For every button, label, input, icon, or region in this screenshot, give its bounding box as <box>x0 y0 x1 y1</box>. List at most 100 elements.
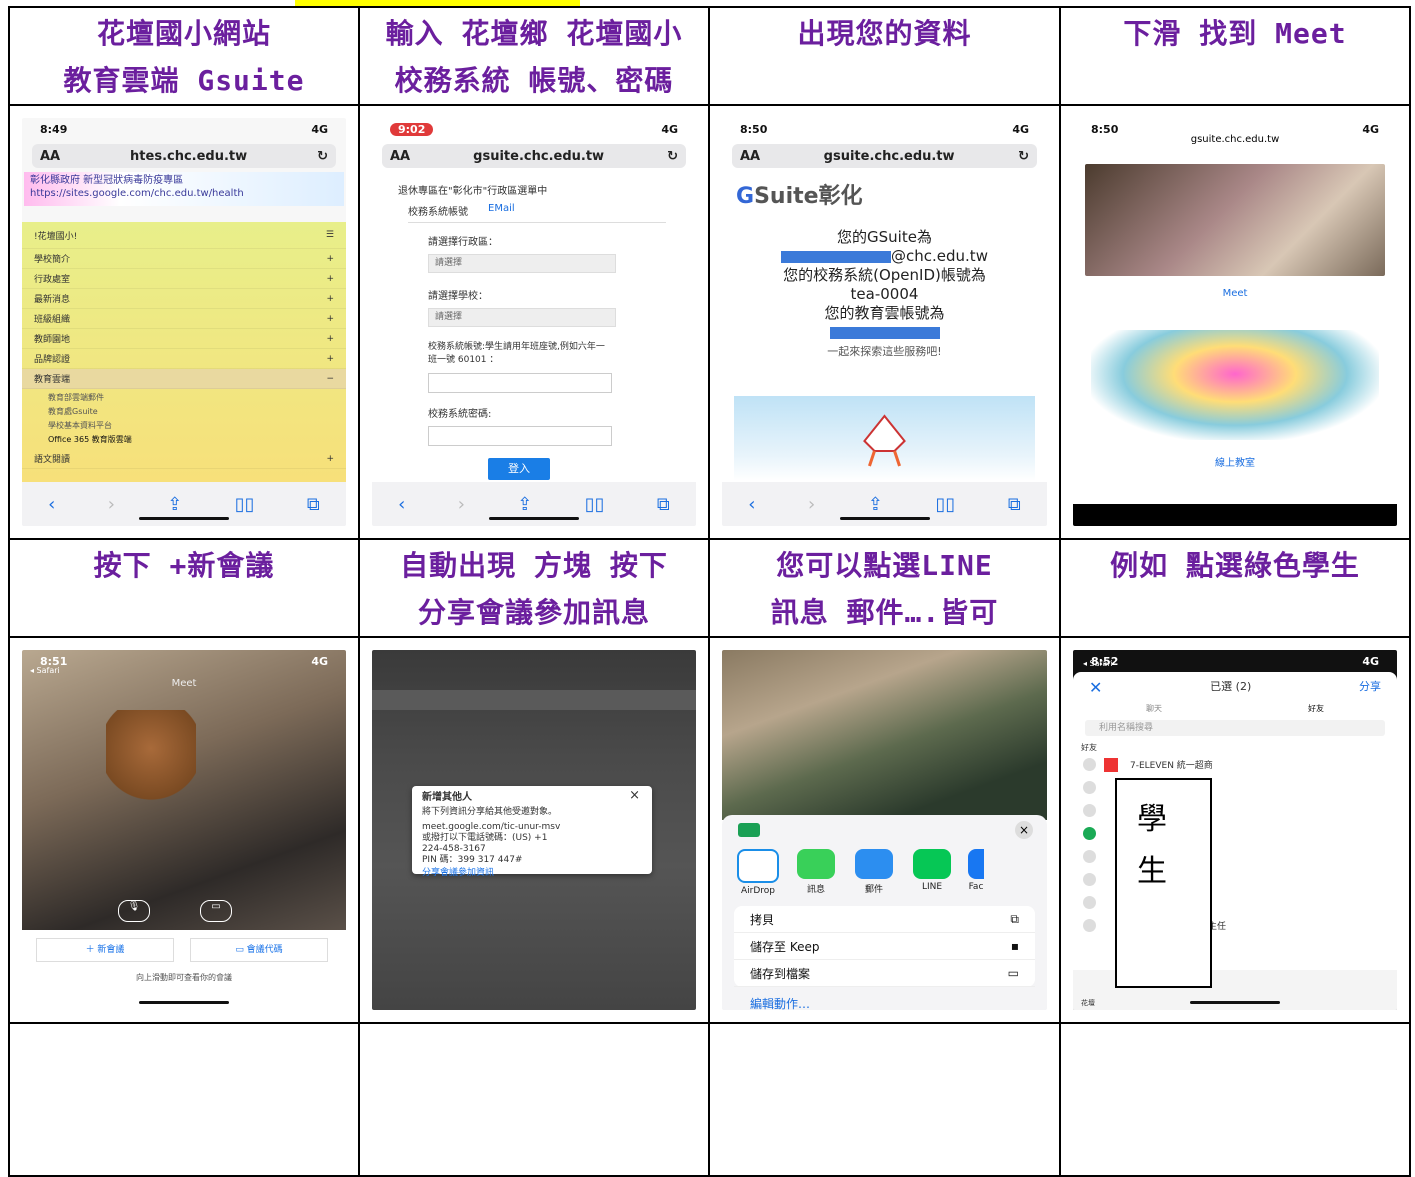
menu-item[interactable]: 最新消息 + <box>22 289 346 309</box>
info-line: @chc.edu.tw <box>722 247 1047 266</box>
back-icon[interactable]: ‹ <box>48 494 55 515</box>
url-field[interactable]: gsuite.chc.edu.tw <box>760 149 1018 164</box>
menu-item[interactable]: 學校簡介 + <box>22 249 346 269</box>
district-select[interactable]: 請選擇 <box>428 254 616 273</box>
share-icon[interactable]: ⇪ <box>517 494 532 515</box>
screenshot-cell: 8:52 4G ◂ Safari ✕ 已選 (2) 分享 聊天 好友 利用名稱搜尋 好友… <box>1059 636 1411 1024</box>
group-label: 好友 <box>1081 743 1097 752</box>
mail-option[interactable]: 郵件 <box>852 849 896 896</box>
health-banner[interactable]: 彰化縣政府 新型冠狀病毒防疫專區 https://sites.google.com… <box>24 172 344 206</box>
reload-icon[interactable]: ↻ <box>1018 149 1029 164</box>
url-field[interactable]: gsuite.chc.edu.tw <box>1073 134 1397 145</box>
reload-icon[interactable]: ↻ <box>667 149 678 164</box>
select-radio[interactable] <box>1083 804 1096 817</box>
url-field[interactable]: gsuite.chc.edu.tw <box>410 149 667 164</box>
phone-screenshot-account-info: 8:50 4G AA gsuite.chc.edu.tw ↻ GSuite彰化 您的G… <box>722 118 1047 526</box>
kids-photo[interactable] <box>1085 164 1385 276</box>
close-icon[interactable]: ✕ <box>1089 678 1102 697</box>
status-time: 9:02 <box>390 122 434 136</box>
school-select[interactable]: 請選擇 <box>428 308 616 327</box>
hamburger-icon[interactable]: ☰ <box>326 230 334 240</box>
tab-chat[interactable]: 聊天 <box>1146 703 1162 714</box>
url-field[interactable]: htes.chc.edu.tw <box>60 149 317 164</box>
bookmarks-icon[interactable]: ▯▯ <box>935 494 955 515</box>
bookmarks-icon[interactable]: ▯▯ <box>585 494 605 515</box>
menu-label: 語文閱讀 <box>34 455 71 465</box>
select-radio[interactable] <box>1083 896 1096 909</box>
share-icon[interactable]: ⇪ <box>167 494 182 515</box>
phone-screenshot-login: 9:02 4G AA gsuite.chc.edu.tw ↻ 退休專區在"彰化市"行政… <box>372 118 696 526</box>
caption-line: 分享會議參加訊息 <box>417 596 650 629</box>
share-info-link[interactable]: 分享會議參加資訊 <box>422 868 642 879</box>
password-input[interactable] <box>428 426 612 446</box>
list-item[interactable]: 7-ELEVEN 統一超商 <box>1073 753 1397 776</box>
back-icon[interactable]: ‹ <box>398 494 405 515</box>
select-radio[interactable] <box>1083 850 1096 863</box>
select-radio[interactable] <box>1083 781 1096 794</box>
tabs-icon[interactable]: ⧉ <box>657 494 670 515</box>
submenu-item[interactable]: 教育處Gsuite <box>48 405 346 419</box>
camera-preview: 8:51 4G ◂ Safari Meet 🎙 ▭ <box>22 650 346 930</box>
search-input[interactable]: 利用名稱搜尋 <box>1085 720 1385 736</box>
menu-item[interactable]: 品牌認證 + <box>22 349 346 369</box>
menu-item[interactable]: 教師園地 + <box>22 329 346 349</box>
new-meeting-button[interactable]: ＋ 新會議 <box>36 938 174 962</box>
select-radio-checked[interactable] <box>1083 827 1096 840</box>
menu-item[interactable]: 班級組織 + <box>22 309 346 329</box>
share-button[interactable]: 分享 <box>1359 678 1381 697</box>
edit-actions-link[interactable]: 編輯動作… <box>722 987 1047 1010</box>
tabs-icon[interactable]: ⧉ <box>1008 494 1021 515</box>
forward-icon[interactable]: › <box>458 494 465 515</box>
account-info: 您的GSuite為 @chc.edu.tw 您的校務系統(OpenID)帳號為 … <box>722 228 1047 361</box>
mic-icon[interactable]: 🎙 <box>118 900 150 922</box>
back-icon[interactable]: ‹ <box>748 494 755 515</box>
tab-friends[interactable]: 好友 <box>1308 703 1324 714</box>
aa-text: AA <box>40 148 61 164</box>
meeting-code-button[interactable]: ▭ 會議代碼 <box>190 938 328 962</box>
menu-item[interactable]: 語文閱讀 + <box>22 449 346 469</box>
share-actions: 拷貝 ⧉ 儲存至 Keep ▪ 儲存到檔案 ▭ <box>734 906 1035 987</box>
classroom-illustration[interactable] <box>1091 330 1379 440</box>
facebook-option[interactable]: Fac <box>968 849 984 896</box>
login-button[interactable]: 登入 <box>488 458 550 480</box>
tabs-icon[interactable]: ⧉ <box>307 494 320 515</box>
caption-line: 訊息 郵件….皆可 <box>770 596 999 629</box>
back-to-safari[interactable]: ◂ Safari <box>1083 659 1113 668</box>
reload-icon[interactable]: ↻ <box>317 149 328 164</box>
copy-icon: ⧉ <box>1010 911 1019 926</box>
close-icon[interactable]: × <box>629 789 640 802</box>
files-action[interactable]: 儲存到檔案 ▭ <box>734 960 1035 987</box>
messages-option[interactable]: 訊息 <box>794 849 838 896</box>
empty-cell <box>1059 1022 1411 1177</box>
submenu-item[interactable]: Office 365 教育版雲端 <box>48 433 346 447</box>
caption-cell: 花壇國小網站 教育雲端 Gsuite <box>8 6 360 106</box>
info-line: tea-0004 <box>850 285 919 303</box>
keep-action[interactable]: 儲存至 Keep ▪ <box>734 933 1035 960</box>
submenu-item[interactable]: 教育部雲端郵件 <box>48 391 346 405</box>
meet-link[interactable]: Meet <box>1073 288 1397 299</box>
submenu-item[interactable]: 學校基本資料平台 <box>48 419 346 433</box>
menu-label: 品牌認證 <box>34 355 71 365</box>
tab-account[interactable]: 校務系統帳號 <box>408 203 468 218</box>
tab-email[interactable]: EMail <box>488 203 515 218</box>
classroom-link[interactable]: 線上教室 <box>1073 454 1397 469</box>
account-input[interactable] <box>428 373 612 393</box>
caption-cell: 輸入 花壇鄉 花壇國小 校務系統 帳號、密碼 <box>358 6 710 106</box>
copy-action[interactable]: 拷貝 ⧉ <box>734 906 1035 933</box>
bookmarks-icon[interactable]: ▯▯ <box>235 494 255 515</box>
back-to-safari[interactable]: ◂ Safari <box>30 666 60 675</box>
airdrop-option[interactable]: AirDrop <box>736 849 780 896</box>
select-radio[interactable] <box>1083 873 1096 886</box>
line-option[interactable]: LINE <box>910 849 954 896</box>
status-signal: 4G <box>311 654 328 668</box>
menu-item[interactable]: 行政處室 + <box>22 269 346 289</box>
forward-icon[interactable]: › <box>808 494 815 515</box>
close-icon[interactable]: × <box>1015 821 1033 839</box>
camera-icon[interactable]: ▭ <box>200 900 232 922</box>
select-radio[interactable] <box>1083 758 1096 771</box>
menu-item-expanded[interactable]: 教育雲端 − <box>22 369 346 389</box>
share-icon[interactable]: ⇪ <box>868 494 883 515</box>
forward-icon[interactable]: › <box>108 494 115 515</box>
login-form: 退休專區在"彰化市"行政區選單中 校務系統帳號 EMail 請選擇行政區： 請選擇… <box>372 182 696 480</box>
select-radio[interactable] <box>1083 919 1096 932</box>
